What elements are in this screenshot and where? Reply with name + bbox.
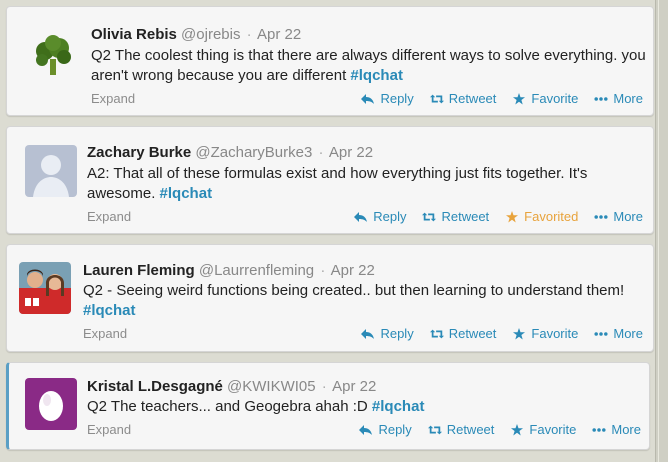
star-icon xyxy=(513,327,526,339)
retweet-button[interactable]: Retweet xyxy=(422,209,489,224)
favorite-label: Favorite xyxy=(531,326,579,341)
more-label: More xyxy=(613,91,643,106)
more-label: More xyxy=(613,209,643,224)
tweet-text: Q2 The teachers... and Geogebra ahah :D … xyxy=(87,397,637,417)
more-dots-icon xyxy=(594,214,608,219)
right-scroll-rail xyxy=(655,0,668,462)
retweet-label: Retweet xyxy=(446,422,495,437)
hashtag-link[interactable]: #lqchat xyxy=(83,302,136,319)
retweet-label: Retweet xyxy=(441,209,490,224)
retweet-button[interactable]: Retweet xyxy=(427,422,495,437)
hashtag-link[interactable]: #lqchat xyxy=(160,185,213,202)
favorite-button[interactable]: Favorite xyxy=(510,422,576,437)
star-filled-icon xyxy=(506,210,519,222)
reply-label: Reply xyxy=(378,422,412,437)
expand-link[interactable]: Expand xyxy=(91,91,135,106)
tweet-text: Q2 - Seeing weird functions being create… xyxy=(83,281,643,321)
retweet-label: Retweet xyxy=(448,326,497,341)
reply-button[interactable]: Reply xyxy=(361,326,414,341)
favorite-button[interactable]: Favorite xyxy=(512,91,578,106)
tweet-card[interactable]: Kristal L.Desgagné @KWIKWI05 · Apr 22 Q2… xyxy=(6,362,650,450)
star-icon xyxy=(511,423,524,435)
hashtag-link[interactable]: #lqchat xyxy=(350,67,403,84)
separator-dot: · xyxy=(320,262,326,279)
separator-dot: · xyxy=(318,144,324,161)
reply-icon xyxy=(354,211,368,222)
retweet-icon xyxy=(429,94,444,103)
reply-icon xyxy=(361,328,375,339)
author-name[interactable]: Olivia Rebis xyxy=(91,26,177,43)
favorite-label: Favorited xyxy=(524,209,579,224)
retweet-icon xyxy=(429,329,444,338)
tweet-text: Q2 The coolest thing is that there are a… xyxy=(91,46,651,86)
author-handle[interactable]: @ZacharyBurke3 xyxy=(195,144,312,161)
tweet-card[interactable]: Olivia Rebis @ojrebis · Apr 22 Q2 The co… xyxy=(6,6,654,116)
favorite-label: Favorite xyxy=(529,422,577,437)
author-name[interactable]: Zachary Burke xyxy=(87,144,191,161)
retweet-button[interactable]: Retweet xyxy=(429,91,497,106)
reply-button[interactable]: Reply xyxy=(359,422,412,437)
retweet-label: Retweet xyxy=(448,91,497,106)
favorite-label: Favorite xyxy=(531,91,579,106)
reply-icon xyxy=(361,93,375,104)
tweet-text: A2: That all of these formulas exist and… xyxy=(87,164,643,204)
retweet-button[interactable]: Retweet xyxy=(429,326,497,341)
default-user-avatar-icon[interactable] xyxy=(25,145,77,197)
expand-link[interactable]: Expand xyxy=(83,326,127,341)
tweet-date[interactable]: Apr 22 xyxy=(331,262,375,279)
retweet-icon xyxy=(427,425,442,434)
reply-label: Reply xyxy=(380,91,414,106)
photo-avatar-icon[interactable] xyxy=(19,262,71,314)
more-button[interactable]: More xyxy=(594,326,643,341)
more-button[interactable]: More xyxy=(594,91,643,106)
favorited-button[interactable]: Favorited xyxy=(505,209,578,224)
more-button[interactable]: More xyxy=(592,422,641,437)
more-dots-icon xyxy=(594,331,608,336)
more-dots-icon xyxy=(594,96,608,101)
reply-button[interactable]: Reply xyxy=(354,209,406,224)
reply-button[interactable]: Reply xyxy=(361,91,414,106)
tweet-text-body: Q2 - Seeing weird functions being create… xyxy=(83,282,625,299)
author-name[interactable]: Kristal L.Desgagné xyxy=(87,378,223,395)
tweet-card[interactable]: Lauren Fleming @Laurrenfleming · Apr 22 … xyxy=(6,244,654,352)
tweet-date[interactable]: Apr 22 xyxy=(257,26,301,43)
broccoli-avatar-icon[interactable] xyxy=(29,31,77,79)
tweet-text-body: Q2 The teachers... and Geogebra ahah :D xyxy=(87,398,368,415)
more-label: More xyxy=(613,326,643,341)
author-handle[interactable]: @KWIKWI05 xyxy=(227,378,316,395)
hashtag-link[interactable]: #lqchat xyxy=(372,398,425,415)
more-label: More xyxy=(611,422,641,437)
author-handle[interactable]: @Laurrenfleming xyxy=(199,262,314,279)
favorite-button[interactable]: Favorite xyxy=(512,326,578,341)
retweet-icon xyxy=(422,212,437,221)
tweet-date[interactable]: Apr 22 xyxy=(329,144,373,161)
star-icon xyxy=(513,92,526,104)
separator-dot: · xyxy=(321,378,327,395)
tweet-date[interactable]: Apr 22 xyxy=(332,378,376,395)
expand-link[interactable]: Expand xyxy=(87,422,131,437)
more-button[interactable]: More xyxy=(594,209,643,224)
author-name[interactable]: Lauren Fleming xyxy=(83,262,195,279)
expand-link[interactable]: Expand xyxy=(87,209,131,224)
reply-label: Reply xyxy=(373,209,407,224)
reply-icon xyxy=(359,424,373,435)
separator-dot: · xyxy=(246,26,252,43)
more-dots-icon xyxy=(592,427,606,432)
tweet-card[interactable]: Zachary Burke @ZacharyBurke3 · Apr 22 A2… xyxy=(6,126,654,234)
reply-label: Reply xyxy=(380,326,414,341)
egg-avatar-icon[interactable] xyxy=(25,378,77,430)
author-handle[interactable]: @ojrebis xyxy=(181,26,240,43)
